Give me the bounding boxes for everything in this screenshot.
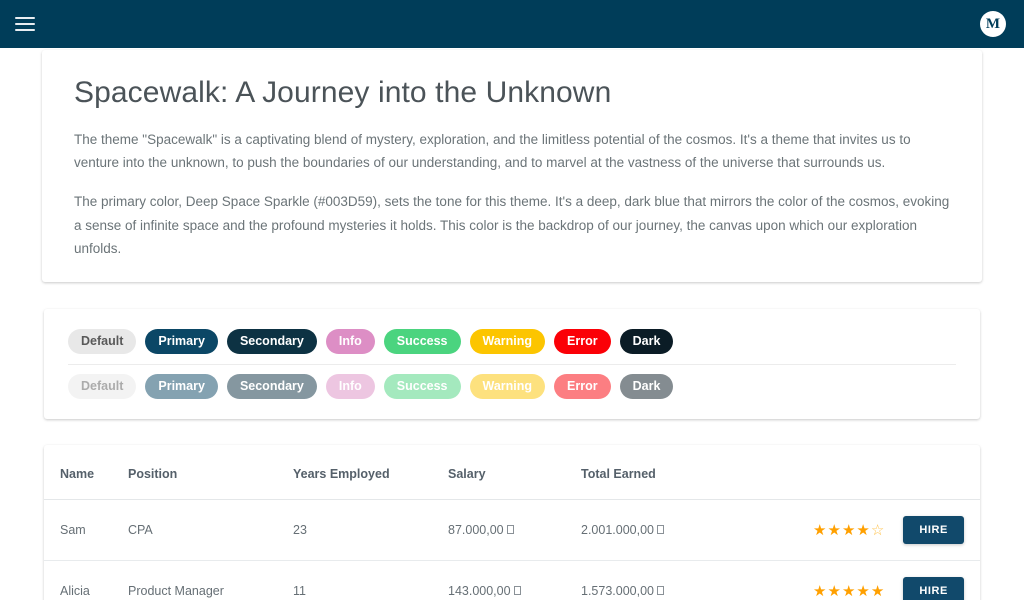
table-body: Sam CPA 23 87.000,00 2.001.000,00 ★★★★☆ HIRE Al… [44,499,980,600]
chip-success[interactable]: Success [383,329,461,355]
cell-years: 23 [293,499,448,562]
chip-primary[interactable]: Primary [145,329,218,355]
currency-symbol-icon [506,525,514,535]
chip-default-disabled: Default [68,374,137,400]
page-title: Spacewalk: A Journey into the Unknown [74,76,612,109]
action-group: ★★★★☆ HIRE [771,516,964,545]
hamburger-bar [15,17,35,19]
cell-total-earned-value: 2.001.000,00 [581,523,654,538]
currency-symbol-icon [657,586,664,596]
column-header-position[interactable]: Position [128,445,293,501]
action-group: ★★★★★ HIRE [771,577,964,600]
column-header-name[interactable]: Name [44,445,128,501]
cell-actions: ★★★★★ HIRE [771,560,980,600]
currency-symbol-icon [657,525,664,535]
star-empty-icon[interactable]: ☆ [871,522,885,539]
chip-default[interactable]: Default [68,329,137,355]
chip-info-disabled: Info [325,374,375,400]
cell-total-earned-value: 1.573.000,00 [581,584,654,599]
column-header-total-earned[interactable]: Total Earned [581,445,771,501]
employees-card: Name Position Years Employed Salary Tota… [44,445,980,600]
cell-total-earned: 2.001.000,00 [581,499,771,562]
star-filled-icon[interactable]: ★ [828,522,842,539]
cell-salary-value: 143.000,00 [448,584,511,599]
star-filled-icon[interactable]: ★ [842,583,856,600]
rating-stars[interactable]: ★★★★★ [813,584,885,599]
hero-paragraph-1: The theme "Spacewalk" is a captivating b… [74,132,911,171]
hero-paragraph-2: The primary color, Deep Space Sparkle (#… [74,194,950,256]
cell-position: Product Manager [128,560,293,600]
app-bar: M [0,0,1024,48]
table-row[interactable]: Sam CPA 23 87.000,00 2.001.000,00 ★★★★☆ HIRE [44,499,980,562]
cell-total-earned: 1.573.000,00 [581,560,771,600]
star-filled-icon[interactable]: ★ [842,522,856,539]
hamburger-bar [15,29,35,31]
chip-info[interactable]: Info [325,329,375,355]
hire-button[interactable]: HIRE [903,516,964,545]
table-row[interactable]: Alicia Product Manager 11 143.000,00 1.573.0… [44,560,980,600]
chip-dark-disabled: Dark [619,374,674,400]
chip-row-disabled: Default Primary Secondary Info Success Warnin… [68,365,956,405]
cell-name: Alicia [44,560,128,600]
star-filled-icon[interactable]: ★ [813,522,827,539]
column-header-salary[interactable]: Salary [448,445,581,501]
chip-warning[interactable]: Warning [469,329,546,355]
chip-secondary-disabled: Secondary [226,374,317,400]
chip-success-disabled: Success [383,374,461,400]
table-head: Name Position Years Employed Salary Tota… [44,445,980,501]
star-filled-icon[interactable]: ★ [813,583,827,600]
chip-error[interactable]: Error [554,329,611,355]
page-content: Spacewalk: A Journey into the Unknown Th… [0,48,1024,600]
cell-salary: 87.000,00 [448,499,581,562]
cell-years: 11 [293,560,448,600]
chip-primary-disabled: Primary [145,374,218,400]
star-filled-icon[interactable]: ★ [856,583,870,600]
cell-salary: 143.000,00 [448,560,581,600]
star-filled-icon[interactable]: ★ [828,583,842,600]
cell-salary-value: 87.000,00 [448,523,504,538]
cell-actions: ★★★★☆ HIRE [771,499,980,562]
hamburger-menu-icon[interactable] [12,11,38,37]
cell-position: CPA [128,499,293,562]
hire-button[interactable]: HIRE [903,577,964,600]
star-filled-icon[interactable]: ★ [856,522,870,539]
column-header-actions [771,445,980,501]
chip-dark[interactable]: Dark [619,329,674,355]
cell-name: Sam [44,499,128,562]
chip-secondary[interactable]: Secondary [226,329,317,355]
table-header-row: Name Position Years Employed Salary Tota… [44,445,980,501]
employees-table: Name Position Years Employed Salary Tota… [44,445,980,600]
column-header-years[interactable]: Years Employed [293,445,448,501]
rating-stars[interactable]: ★★★★☆ [813,523,885,538]
star-filled-icon[interactable]: ★ [871,583,885,600]
chip-row-enabled: Default Primary Secondary Info Success Warnin… [68,323,956,366]
chip-error-disabled: Error [554,374,611,400]
brand-logo-icon[interactable]: M [980,11,1006,37]
hamburger-bar [15,23,35,25]
hero-card: Spacewalk: A Journey into the Unknown Th… [42,50,982,283]
chip-warning-disabled: Warning [469,374,546,400]
currency-symbol-icon [513,586,521,596]
chips-card: Default Primary Secondary Info Success Warnin… [44,309,980,420]
